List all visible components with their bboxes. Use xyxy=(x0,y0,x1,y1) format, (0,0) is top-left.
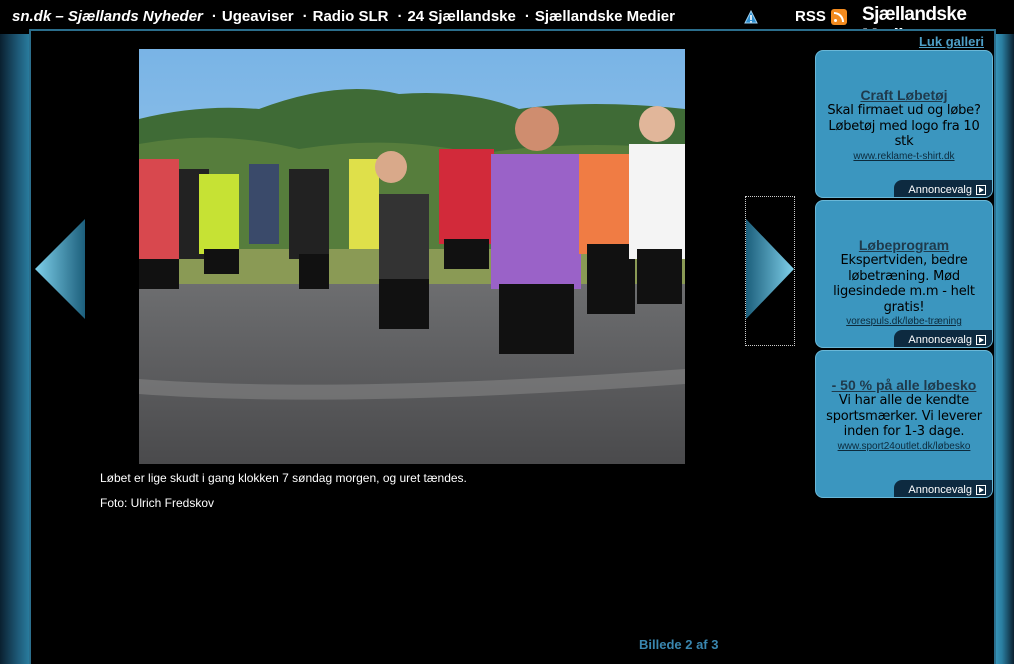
ad-choice-button[interactable]: Annoncevalg xyxy=(894,330,992,347)
ad-url[interactable]: vorespuls.dk/løbe-træning xyxy=(824,316,984,327)
next-arrow-button[interactable] xyxy=(745,196,795,346)
ad-title[interactable]: Løbeprogram xyxy=(824,237,984,253)
ad-body: Ekspertviden, bedre løbetræning. Mød lig… xyxy=(833,253,975,315)
ad-choice-button[interactable]: Annoncevalg xyxy=(894,480,992,497)
nav-item-sn[interactable]: sn.dk – Sjællands Nyheder xyxy=(12,8,203,25)
ad-loebesko[interactable]: - 50 % på alle løbesko Vi har alle de ke… xyxy=(815,350,993,498)
nav-separator: · xyxy=(302,8,308,25)
close-gallery-link[interactable]: Luk galleri xyxy=(919,34,984,49)
right-background xyxy=(994,34,1014,664)
ad-choice-label: Annoncevalg xyxy=(908,333,972,346)
ad-body: Vi har alle de kendte sportsmærker. Vi l… xyxy=(826,393,982,439)
left-background xyxy=(0,34,30,664)
ad-body: Skal firmaet ud og løbe? Løbetøj med log… xyxy=(827,103,981,149)
nav-item-sjaellandske-medier[interactable]: Sjællandske Medier xyxy=(535,8,675,25)
ad-choice-label: Annoncevalg xyxy=(908,183,972,196)
ad-url[interactable]: www.sport24outlet.dk/løbesko xyxy=(824,441,984,452)
image-counter: Billede 2 af 3 xyxy=(639,637,719,652)
ad-url[interactable]: www.reklame-t-shirt.dk xyxy=(824,151,984,162)
photo-credit: Foto: Ulrich Fredskov xyxy=(100,496,215,510)
rss-icon xyxy=(830,8,847,25)
nav-separator: · xyxy=(211,8,217,25)
ad-loebeprogram[interactable]: Løbeprogram Ekspertviden, bedre løbetræn… xyxy=(815,200,993,348)
ad-choice-icon xyxy=(976,484,986,495)
ad-choice-icon xyxy=(976,184,986,195)
info-icon[interactable] xyxy=(744,10,758,24)
ad-craft[interactable]: Craft Løbetøj Skal firmaet ud og løbe? L… xyxy=(815,50,993,198)
ad-choice-icon xyxy=(976,334,986,345)
ad-title[interactable]: - 50 % på alle løbesko xyxy=(824,377,984,393)
next-arrow-icon xyxy=(746,219,794,319)
rss-link[interactable]: RSS xyxy=(795,8,847,25)
rss-label: RSS xyxy=(795,8,826,25)
gallery-photo xyxy=(139,49,685,464)
ad-choice-label: Annoncevalg xyxy=(908,483,972,496)
ad-title[interactable]: Craft Løbetøj xyxy=(824,87,984,103)
ad-choice-button[interactable]: Annoncevalg xyxy=(894,180,992,197)
nav-item-ugeaviser[interactable]: Ugeaviser xyxy=(222,8,294,25)
nav-item-radio-slr[interactable]: Radio SLR xyxy=(313,8,389,25)
previous-arrow-icon[interactable] xyxy=(33,219,85,319)
nav-separator: · xyxy=(524,8,530,25)
nav-separator: · xyxy=(397,8,403,25)
photo-caption: Løbet er lige skudt i gang klokken 7 søn… xyxy=(100,471,467,485)
site-nav: sn.dk – Sjællands Nyheder · Ugeaviser · … xyxy=(12,8,675,25)
photo-gallery: Luk galleri Løbet er lige skudt i gang k… xyxy=(29,29,996,664)
nav-item-24-sjaellandske[interactable]: 24 Sjællandske xyxy=(407,8,515,25)
